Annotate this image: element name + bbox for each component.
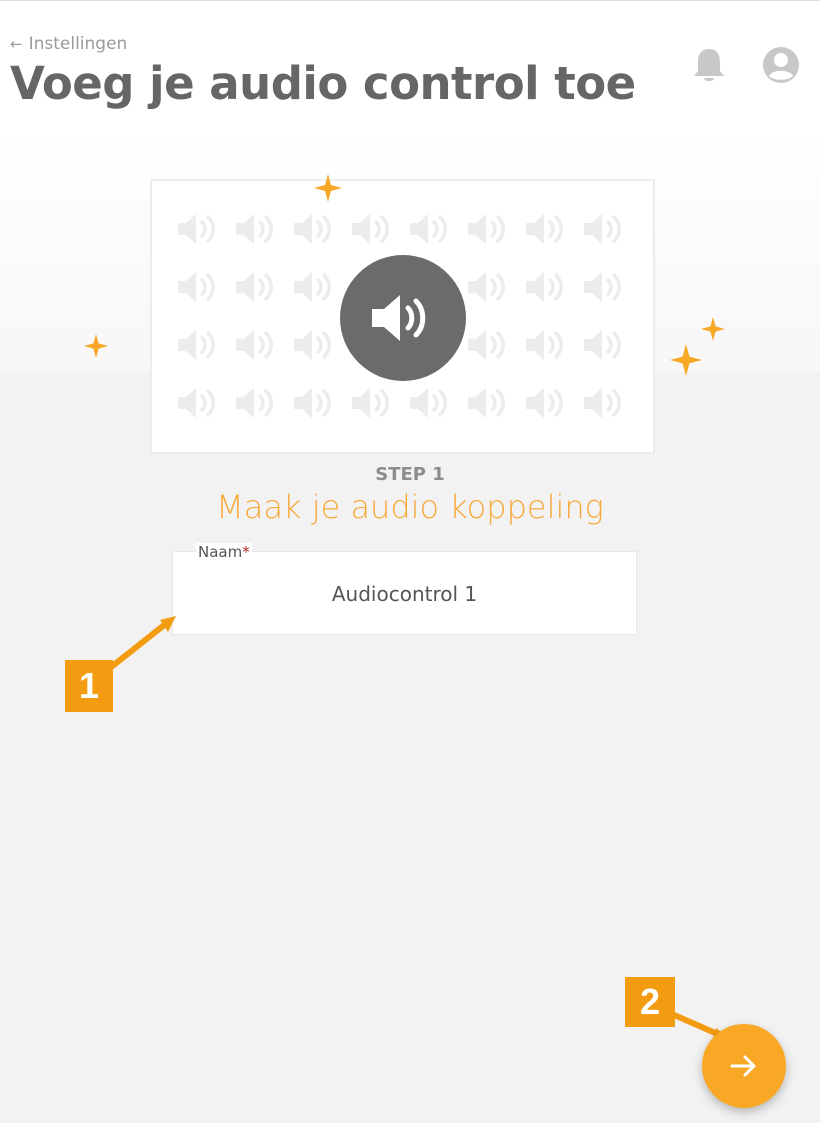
audio-illustration bbox=[150, 179, 655, 454]
name-input[interactable] bbox=[173, 576, 636, 612]
arrow-left-icon: ← bbox=[10, 35, 23, 53]
speaker-pattern-icon bbox=[292, 383, 350, 441]
user-circle-icon[interactable] bbox=[761, 45, 801, 85]
speaker-pattern-icon bbox=[524, 267, 582, 325]
next-button[interactable] bbox=[702, 1024, 786, 1108]
sparkle-icon bbox=[84, 334, 108, 358]
speaker-pattern-icon bbox=[176, 325, 234, 383]
required-mark: * bbox=[242, 543, 250, 561]
speaker-pattern-icon bbox=[350, 383, 408, 441]
speaker-pattern-icon bbox=[292, 209, 350, 267]
speaker-volume-icon bbox=[340, 255, 466, 381]
speaker-pattern-icon bbox=[176, 267, 234, 325]
back-link-label: Instellingen bbox=[28, 34, 128, 54]
app-header: ← Instellingen Voeg je audio control toe bbox=[0, 0, 820, 125]
speaker-pattern-icon bbox=[582, 267, 640, 325]
speaker-pattern-icon bbox=[582, 383, 640, 441]
name-field-label: Naam* bbox=[196, 543, 252, 561]
speaker-pattern-icon bbox=[466, 325, 524, 383]
speaker-pattern-icon bbox=[524, 209, 582, 267]
sparkle-icon bbox=[670, 344, 702, 376]
speaker-pattern-icon bbox=[234, 325, 292, 383]
step-label: STEP 1 bbox=[375, 464, 445, 485]
speaker-pattern-icon bbox=[582, 209, 640, 267]
page-title: Voeg je audio control toe bbox=[10, 57, 636, 110]
speaker-pattern-icon bbox=[176, 209, 234, 267]
speaker-pattern-icon bbox=[466, 209, 524, 267]
name-label-text: Naam bbox=[198, 543, 243, 561]
arrow-right-icon bbox=[730, 1055, 756, 1077]
callout-badge-1: 1 bbox=[65, 660, 113, 712]
speaker-pattern-icon bbox=[466, 267, 524, 325]
sparkle-icon bbox=[701, 317, 725, 341]
back-link[interactable]: ← Instellingen bbox=[10, 34, 127, 54]
sparkle-icon bbox=[314, 174, 342, 202]
speaker-pattern-icon bbox=[582, 325, 640, 383]
name-field: Naam* bbox=[172, 543, 637, 635]
bell-icon[interactable] bbox=[690, 45, 728, 85]
step-title: Maak je audio koppeling bbox=[216, 488, 604, 526]
speaker-pattern-icon bbox=[408, 383, 466, 441]
callout-badge-2: 2 bbox=[625, 977, 675, 1027]
speaker-pattern-icon bbox=[234, 267, 292, 325]
speaker-pattern-icon bbox=[466, 383, 524, 441]
speaker-pattern-icon bbox=[234, 383, 292, 441]
speaker-pattern-icon bbox=[524, 325, 582, 383]
speaker-pattern-icon bbox=[234, 209, 292, 267]
speaker-pattern-icon bbox=[524, 383, 582, 441]
speaker-pattern-icon bbox=[176, 383, 234, 441]
